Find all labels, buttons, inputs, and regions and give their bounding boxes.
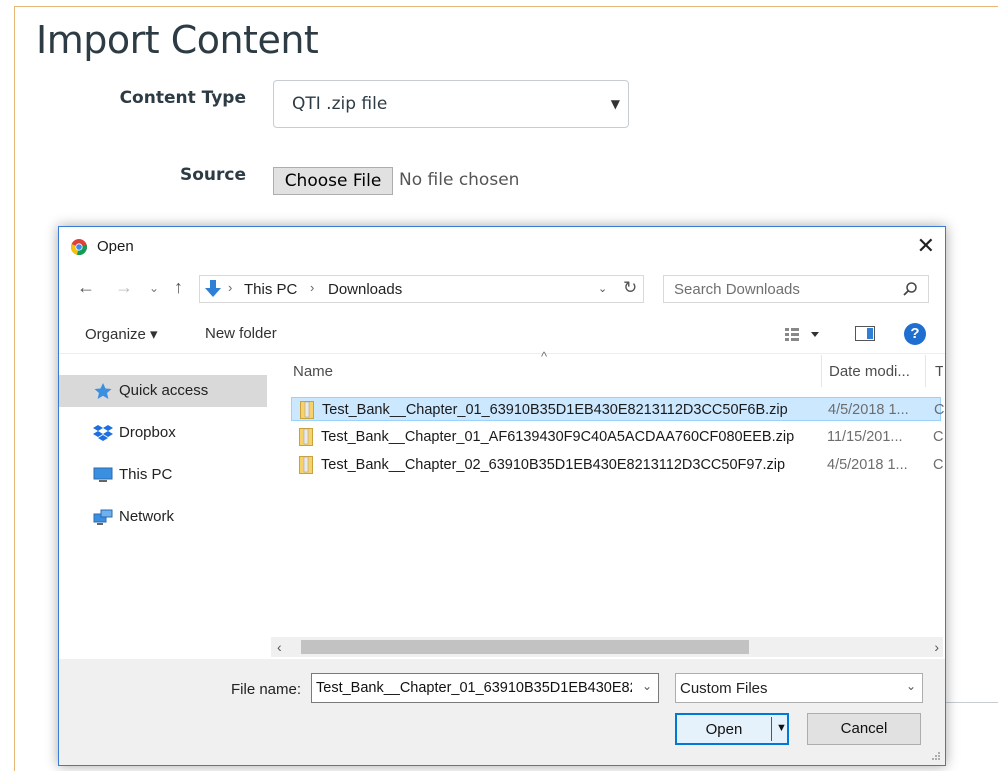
file-name-input[interactable]: Test_Bank__Chapter_01_63910B35D1EB430E82… [311,673,659,703]
file-type-filter-value: Custom Files [680,680,768,697]
file-list: ^ Name Date modi... Ty Test_Bank__Chapte… [271,349,945,635]
scroll-left-icon[interactable]: ‹ [277,639,282,655]
source-label: Source [179,165,246,185]
scroll-right-icon[interactable]: › [934,639,939,655]
file-type: C [934,402,945,418]
nav-item-network[interactable]: Network [59,501,267,533]
column-header-date[interactable]: Date modi... [829,355,925,387]
nav-item-label: Dropbox [119,424,176,441]
file-type-filter[interactable]: Custom Files ⌄ [675,673,923,703]
close-icon[interactable]: ✕ [917,233,935,259]
chrome-icon [71,239,87,255]
caret-down-icon[interactable]: ▼ [776,722,787,734]
column-name-label: Name [293,363,334,380]
file-date: 4/5/2018 1... [827,457,908,473]
nav-item-label: Network [119,508,175,525]
open-button[interactable]: Open ▼ [675,713,789,745]
network-icon [93,509,113,525]
no-file-text: No file chosen [399,170,520,190]
address-bar[interactable]: › This PC › Downloads ⌄ ↻ [199,275,644,303]
file-name: Test_Bank__Chapter_01_AF6139430F9C40A5AC… [321,429,795,445]
dropbox-icon [93,425,113,441]
file-row[interactable]: Test_Bank__Chapter_01_63910B35D1EB430E82… [291,397,945,421]
star-icon [94,383,112,399]
file-row[interactable]: Test_Bank__Chapter_02_63910B35D1EB430E82… [291,453,944,477]
column-header-name[interactable]: Name [293,355,821,387]
chevron-down-icon[interactable]: ⌄ [598,282,607,295]
up-arrow-icon[interactable]: ↑ [174,277,183,298]
file-row[interactable]: Test_Bank__Chapter_01_AF6139430F9C40A5AC… [291,425,944,449]
column-date-label: Date modi... [829,363,910,380]
caret-down-icon: ▼ [610,97,620,111]
chevron-down-icon[interactable]: ⌄ [642,679,652,693]
search-placeholder: Search Downloads [674,281,800,298]
file-type: C [933,457,944,473]
scrollbar-thumb[interactable] [301,640,749,654]
navigation-row: ← → ⌄ ↑ › This PC › Downloads ⌄ ↻ Search… [59,271,945,307]
split-divider [771,717,772,741]
preview-pane-icon[interactable] [855,326,875,341]
column-type-label: Ty [935,363,943,380]
search-box[interactable]: Search Downloads [663,275,929,303]
content-type-select[interactable]: QTI .zip file ▼ [273,80,629,128]
file-name: Test_Bank__Chapter_02_63910B35D1EB430E82… [321,457,786,473]
back-arrow-icon[interactable]: ← [77,277,95,298]
help-icon[interactable]: ? [904,323,926,345]
open-button-label: Open [705,721,743,738]
file-name: Test_Bank__Chapter_01_63910B35D1EB430E82… [322,402,788,418]
zip-file-icon [299,456,313,474]
chevron-down-icon[interactable]: ⌄ [906,679,916,693]
computer-icon [93,467,113,482]
resize-grip-icon[interactable] [931,751,941,761]
zip-file-icon [300,401,314,419]
zip-file-icon [299,428,313,446]
dialog-title: Open [97,238,134,255]
nav-item-quick-access[interactable]: Quick access [59,375,267,407]
refresh-icon[interactable]: ↻ [623,278,637,298]
view-options-icon[interactable] [783,325,823,343]
breadcrumb-downloads[interactable]: Downloads [328,281,402,298]
dialog-toolbar: Organize ▾ New folder ? [59,315,945,354]
content-type-value: QTI .zip file [292,94,388,114]
file-date: 4/5/2018 1... [828,402,909,418]
column-header-type[interactable]: Ty [935,355,943,387]
nav-item-label: This PC [119,466,173,483]
file-name-value: Test_Bank__Chapter_01_63910B35D1EB430E82 [316,680,632,696]
recent-locations-icon[interactable]: ⌄ [149,281,159,295]
nav-item-this-pc[interactable]: This PC [59,459,267,491]
breadcrumb-this-pc[interactable]: This PC [244,281,297,298]
breadcrumb-separator-icon: › [228,280,233,295]
forward-arrow-icon[interactable]: → [115,277,133,298]
column-divider[interactable] [925,355,926,387]
nav-item-dropbox[interactable]: Dropbox [59,417,267,449]
open-file-dialog: Open ✕ ← → ⌄ ↑ › This PC › Downloads ⌄ ↻… [58,226,946,766]
choose-file-button[interactable]: Choose File [273,167,393,195]
cancel-button[interactable]: Cancel [807,713,921,745]
content-type-label: Content Type [119,88,246,108]
page-title: Import Content [36,18,319,62]
breadcrumb-separator-icon: › [310,280,315,295]
dialog-titlebar[interactable]: Open ✕ [59,227,945,267]
new-folder-button[interactable]: New folder [205,325,277,342]
file-date: 11/15/201... [827,429,903,445]
dialog-footer: File name: Test_Bank__Chapter_01_63910B3… [59,659,945,765]
column-divider[interactable] [821,355,822,387]
file-type: C [933,429,944,445]
divider-line [946,702,998,703]
file-name-label: File name: [231,681,302,698]
horizontal-scrollbar[interactable]: ‹ › [271,637,943,657]
organize-button[interactable]: Organize ▾ [85,325,158,343]
download-arrow-icon [205,280,221,297]
nav-item-label: Quick access [119,382,209,399]
navigation-pane: Quick access Dropbox This PC Network [59,355,271,637]
search-icon [903,282,917,296]
